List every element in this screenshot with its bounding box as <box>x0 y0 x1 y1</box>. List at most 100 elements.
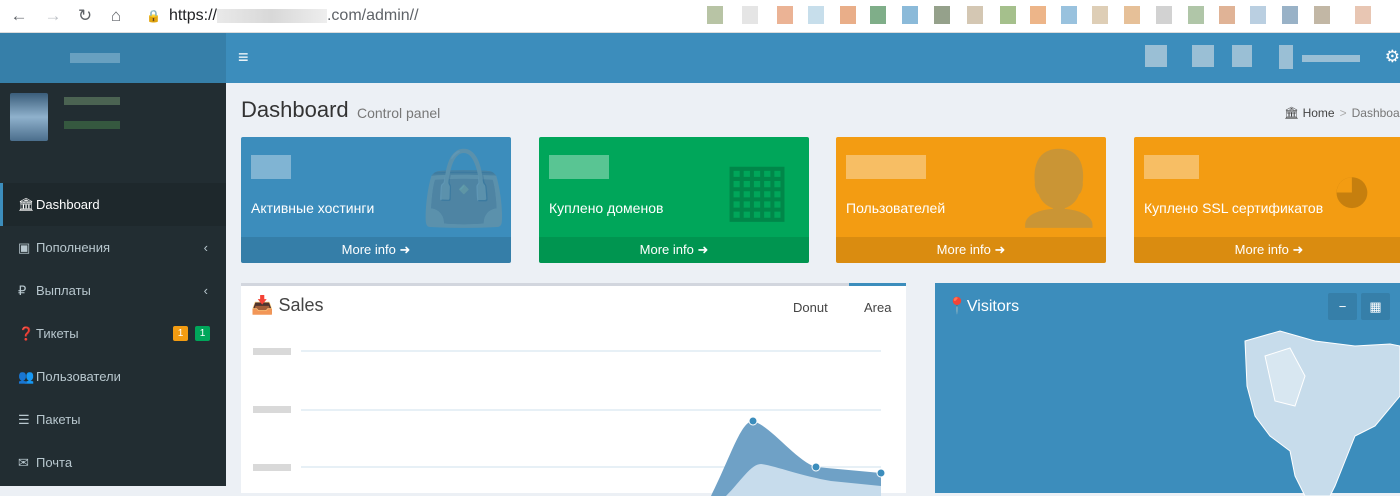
extension-icon[interactable] <box>934 6 950 24</box>
stat-box-users: Пользователей 👤 More info ➜ <box>836 137 1106 263</box>
breadcrumb: 🏛 Home > Dashboard <box>1284 106 1400 120</box>
ticket-badge-green: 1 <box>195 326 210 341</box>
extension-icon[interactable] <box>840 6 856 24</box>
avatar <box>10 93 48 141</box>
sidebar-item-payouts[interactable]: ₽ Выплаты ‹ <box>0 269 226 312</box>
extension-icon[interactable] <box>742 6 758 24</box>
sidebar-item-label: Пользователи <box>36 369 121 384</box>
y-tick-label-redacted <box>253 406 291 413</box>
reload-icon[interactable]: ↻ <box>75 6 95 26</box>
user-avatar-small[interactable] <box>1279 45 1293 69</box>
user-status-redacted <box>64 121 120 129</box>
more-info-link[interactable]: More info ➜ <box>539 237 809 263</box>
gear-icon[interactable]: ⚙ <box>1385 47 1400 67</box>
sidebar-item-label: Выплаты <box>36 283 91 298</box>
top-navbar: ≡ ⚙ <box>226 33 1400 83</box>
chevron-left-icon: ‹ <box>203 283 208 298</box>
notification-icon[interactable] <box>1192 45 1214 67</box>
sidebar-item-dashboard[interactable]: 🏛Dashboard <box>0 183 226 226</box>
page-title: Dashboard <box>241 97 349 122</box>
y-tick-label-redacted <box>253 464 291 471</box>
sales-panel: 📥 Sales Donut Area <box>241 283 906 496</box>
breadcrumb-separator: > <box>1339 106 1347 120</box>
stat-label: Куплено доменов <box>549 200 664 216</box>
url-scheme: https:// <box>168 7 217 24</box>
page-subtitle: Control panel <box>357 105 441 121</box>
sidebar-item-users[interactable]: 👥 Пользователи <box>0 355 226 398</box>
back-arrow-icon[interactable]: ← <box>9 6 29 26</box>
url-path: .com/admin// <box>326 7 419 24</box>
extension-icon[interactable] <box>870 6 886 24</box>
stat-value-redacted <box>1144 155 1199 179</box>
stat-value-redacted <box>846 155 926 179</box>
extension-icon[interactable] <box>967 6 983 24</box>
logo-text-redacted <box>70 53 120 63</box>
stat-value-redacted <box>251 155 291 179</box>
lock-icon: 🔒 <box>146 9 161 23</box>
extension-icon[interactable] <box>1250 6 1266 24</box>
home-icon[interactable]: ⌂ <box>106 6 126 26</box>
extension-icon[interactable] <box>1030 6 1046 24</box>
more-info-link[interactable]: More info ➜ <box>241 237 511 263</box>
extension-icon[interactable] <box>1156 6 1172 24</box>
more-info-link[interactable]: More info ➜ <box>836 237 1106 263</box>
y-tick-label-redacted <box>253 348 291 355</box>
extension-icon[interactable] <box>1124 6 1140 24</box>
sidebar-item-deposits[interactable]: ▣ Пополнения ‹ <box>0 226 226 269</box>
sidebar-item-label: Dashboard <box>36 197 100 212</box>
stat-box-ssl: Куплено SSL сертификатов ◕ More info ➜ <box>1134 137 1400 263</box>
more-info-label: More info <box>341 242 396 257</box>
stat-label: Куплено SSL сертификатов <box>1144 200 1324 216</box>
extension-icon[interactable] <box>1188 6 1204 24</box>
question-circle-icon: ❓ <box>18 326 35 341</box>
sidebar-item-tickets[interactable]: ❓ Тикеты 1 1 <box>0 312 226 355</box>
stat-value-redacted <box>549 155 609 179</box>
stat-box-hostings: Активные хостинги 👜 More info ➜ <box>241 137 511 263</box>
extension-icon[interactable] <box>1355 6 1371 24</box>
breadcrumb-current: Dashboard <box>1351 106 1400 120</box>
pie-chart-icon: ◕ <box>1330 149 1374 229</box>
sidebar-item-mail[interactable]: ✉ Почта <box>0 441 226 484</box>
notification-icon[interactable] <box>1232 45 1252 67</box>
hamburger-menu-icon[interactable]: ≡ <box>238 47 249 68</box>
app-logo[interactable] <box>0 33 226 83</box>
extension-icon[interactable] <box>808 6 824 24</box>
ticket-badge-orange: 1 <box>173 326 188 341</box>
extension-icon[interactable] <box>1219 6 1235 24</box>
sidebar-item-label: Пакеты <box>36 412 81 427</box>
main-content: Dashboard Control panel 🏛 Home > Dashboard… <box>226 83 1400 496</box>
visitors-panel: 📍Visitors − ▦ <box>935 283 1400 496</box>
extension-icon[interactable] <box>1000 6 1016 24</box>
address-bar[interactable]: 🔒 https:// .com/admin// <box>146 5 419 27</box>
world-map <box>1244 330 1400 496</box>
more-info-label: More info <box>639 242 694 257</box>
money-icon: ▣ <box>18 240 31 255</box>
extension-icon[interactable] <box>902 6 918 24</box>
bank-icon: 🏛 <box>18 197 35 212</box>
sidebar-item-packages[interactable]: ☰ Пакеты <box>0 398 226 441</box>
browser-toolbar: ← → ↻ ⌂ 🔒 https:// .com/admin// <box>0 0 1400 33</box>
user-name-redacted[interactable] <box>1302 55 1360 62</box>
chevron-left-icon: ‹ <box>203 240 208 255</box>
forward-arrow-icon[interactable]: → <box>43 6 63 26</box>
ruble-icon: ₽ <box>18 283 27 298</box>
extension-icon[interactable] <box>707 6 723 24</box>
stat-label: Пользователей <box>846 200 946 216</box>
sidebar-item-label: Пополнения <box>36 240 111 255</box>
extension-icon[interactable] <box>777 6 793 24</box>
shopping-bag-icon: 👜 <box>419 149 509 229</box>
data-point <box>876 468 886 478</box>
extension-icon[interactable] <box>1092 6 1108 24</box>
extension-icon[interactable] <box>1061 6 1077 24</box>
url-host-redacted <box>216 8 327 23</box>
breadcrumb-home[interactable]: Home <box>1303 106 1335 120</box>
extension-icon[interactable] <box>1282 6 1298 24</box>
more-info-label: More info <box>936 242 991 257</box>
envelope-icon: ✉ <box>18 455 29 470</box>
notification-icon[interactable] <box>1145 45 1167 67</box>
stat-box-domains: Куплено доменов ▦ More info ➜ <box>539 137 809 263</box>
domain-icon: ▦ <box>722 149 792 229</box>
sidebar-item-label: Почта <box>36 455 73 470</box>
more-info-link[interactable]: More info ➜ <box>1134 237 1400 263</box>
extension-icon[interactable] <box>1314 6 1330 24</box>
